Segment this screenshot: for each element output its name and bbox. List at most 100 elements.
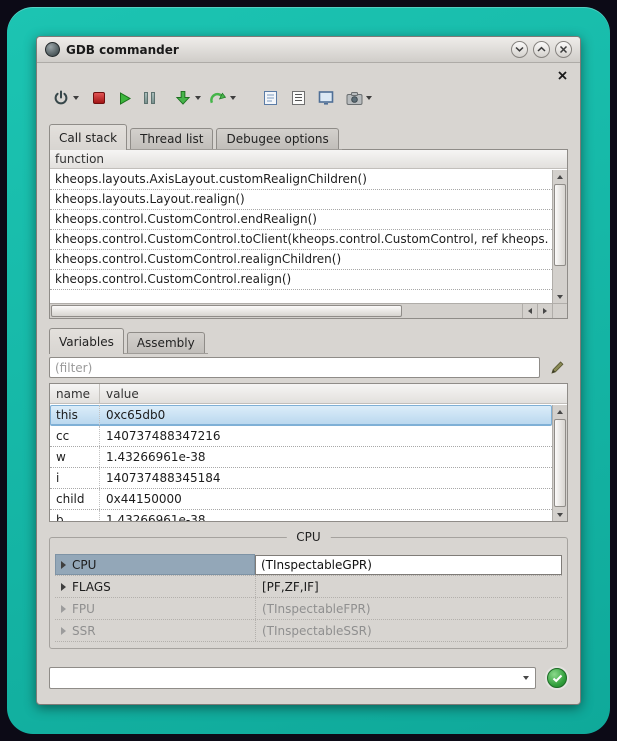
snapshot-dropdown[interactable]	[364, 86, 374, 110]
cpu-row[interactable]: SSR (TInspectableSSR)	[55, 620, 562, 642]
variable-name: this	[50, 405, 100, 425]
step-into-dropdown[interactable]	[193, 86, 203, 110]
variable-row[interactable]: cc 140737488347216	[50, 426, 552, 447]
cpu-row-name-cell[interactable]: CPU	[55, 554, 255, 575]
command-combo-input[interactable]	[54, 668, 515, 688]
expander-icon[interactable]	[61, 605, 66, 613]
power-icon	[53, 90, 69, 106]
variable-name: i	[50, 468, 100, 488]
tab-assembly[interactable]: Assembly	[127, 332, 205, 353]
scrollbar-thumb[interactable]	[554, 184, 566, 266]
register-value-editor[interactable]: (TInspectableGPR)	[255, 555, 562, 575]
tab-thread-list[interactable]: Thread list	[130, 128, 213, 149]
scrollbar-thumb[interactable]	[51, 305, 402, 317]
variable-row[interactable]: w 1.43266961e-38	[50, 447, 552, 468]
check-icon	[552, 674, 563, 683]
list-document-icon	[291, 90, 306, 106]
expander-icon[interactable]	[61, 583, 66, 591]
cpu-row-value-cell[interactable]: (TInspectableGPR)	[255, 554, 562, 575]
variable-row[interactable]: child 0x44150000	[50, 489, 552, 510]
tab-debugee-options[interactable]: Debugee options	[216, 128, 338, 149]
variables-vertical-scrollbar[interactable]	[552, 405, 567, 521]
window-title: GDB commander	[66, 43, 179, 57]
variable-name: b	[50, 510, 100, 521]
cpu-row-name-cell[interactable]: SSR	[55, 620, 255, 641]
cpu-row[interactable]: FPU (TInspectableFPR)	[55, 598, 562, 620]
pen-icon[interactable]	[545, 357, 569, 378]
stack-tabbar: Call stack Thread list Debugee options	[49, 124, 342, 150]
cpu-row[interactable]: CPU (TInspectableGPR)	[55, 554, 562, 576]
variable-row[interactable]: b 1.43266961e-38	[50, 510, 552, 521]
callstack-horizontal-scrollbar[interactable]	[50, 303, 552, 318]
step-into-button[interactable]	[173, 86, 193, 110]
scroll-down-button[interactable]	[553, 290, 567, 303]
name-column-header[interactable]: name	[50, 384, 100, 403]
tab-variables[interactable]: Variables	[49, 328, 124, 354]
source-document-icon	[263, 90, 278, 106]
call-stack-row[interactable]: kheops.control.CustomControl.endRealign(…	[50, 210, 552, 230]
app-icon	[45, 42, 60, 57]
call-stack-row[interactable]: kheops.control.CustomControl.toClient(kh…	[50, 230, 552, 250]
filter-input[interactable]	[49, 357, 540, 378]
step-over-button[interactable]	[208, 86, 228, 110]
call-stack-header[interactable]: function	[50, 150, 567, 169]
call-stack-row[interactable]: kheops.layouts.AxisLayout.customRealignC…	[50, 170, 552, 190]
register-group-value: [PF,ZF,IF]	[255, 576, 562, 597]
scrollbar-corner	[552, 303, 567, 318]
gdb-commander-window: GDB commander	[36, 36, 581, 705]
debug-toolbar	[51, 84, 374, 112]
variable-row[interactable]: this 0xc65db0	[50, 405, 552, 426]
variable-name: child	[50, 489, 100, 509]
expander-icon[interactable]	[61, 627, 66, 635]
cpu-row-name-cell[interactable]: FLAGS	[55, 576, 255, 597]
register-group-name: SSR	[72, 624, 96, 638]
accept-button[interactable]	[547, 668, 567, 688]
maximize-button[interactable]	[533, 41, 550, 58]
tab-call-stack[interactable]: Call stack	[49, 124, 127, 150]
expander-icon[interactable]	[61, 561, 66, 569]
command-combobox[interactable]	[49, 667, 536, 689]
step-over-dropdown[interactable]	[228, 86, 238, 110]
register-group-name: CPU	[72, 558, 96, 572]
snapshot-button[interactable]	[344, 86, 364, 110]
scroll-up-button[interactable]	[553, 405, 567, 418]
variable-value: 1.43266961e-38	[100, 510, 552, 521]
variables-header[interactable]: name value	[50, 384, 567, 404]
value-column-header[interactable]: value	[100, 384, 567, 403]
pause-button[interactable]	[139, 86, 159, 110]
source-document-button[interactable]	[260, 86, 280, 110]
titlebar[interactable]: GDB commander	[37, 37, 580, 63]
call-stack-row[interactable]: kheops.control.CustomControl.realign()	[50, 270, 552, 290]
cpu-group-title: CPU	[286, 530, 330, 544]
variables-panel: name value this 0xc65db0 cc 140737488347…	[49, 383, 568, 522]
call-stack-row[interactable]: kheops.layouts.Layout.realign()	[50, 190, 552, 210]
variable-row[interactable]: i 140737488345184	[50, 468, 552, 489]
call-stack-row[interactable]: kheops.control.CustomControl.realignChil…	[50, 250, 552, 270]
cpu-row[interactable]: FLAGS [PF,ZF,IF]	[55, 576, 562, 598]
minimize-button[interactable]	[511, 41, 528, 58]
variable-value: 0x44150000	[100, 489, 552, 509]
cpu-register-rows: CPU (TInspectableGPR) FLAGS [PF,ZF,IF]	[55, 554, 562, 642]
combo-dropdown-icon[interactable]	[517, 668, 535, 688]
power-dropdown[interactable]	[71, 86, 81, 110]
scroll-down-button[interactable]	[553, 508, 567, 521]
window-controls	[511, 41, 572, 58]
power-button[interactable]	[51, 86, 71, 110]
scroll-left-button[interactable]	[522, 304, 537, 318]
variable-value: 1.43266961e-38	[100, 447, 552, 467]
function-column-header[interactable]: function	[50, 152, 104, 166]
cpu-row-name-cell[interactable]: FPU	[55, 598, 255, 619]
monitor-button[interactable]	[316, 86, 336, 110]
cpu-groupbox: CPU CPU (TInspectableGPR) FLAGS	[49, 537, 568, 649]
dock-close-icon[interactable]	[555, 68, 569, 82]
scrollbar-thumb[interactable]	[554, 419, 566, 507]
scroll-up-button[interactable]	[553, 170, 567, 183]
run-button[interactable]	[114, 86, 134, 110]
stop-button[interactable]	[89, 86, 109, 110]
close-button[interactable]	[555, 41, 572, 58]
callstack-vertical-scrollbar[interactable]	[552, 170, 567, 303]
step-into-icon	[175, 90, 191, 106]
variable-value: 140737488345184	[100, 468, 552, 488]
scroll-right-button[interactable]	[537, 304, 552, 318]
list-document-button[interactable]	[288, 86, 308, 110]
